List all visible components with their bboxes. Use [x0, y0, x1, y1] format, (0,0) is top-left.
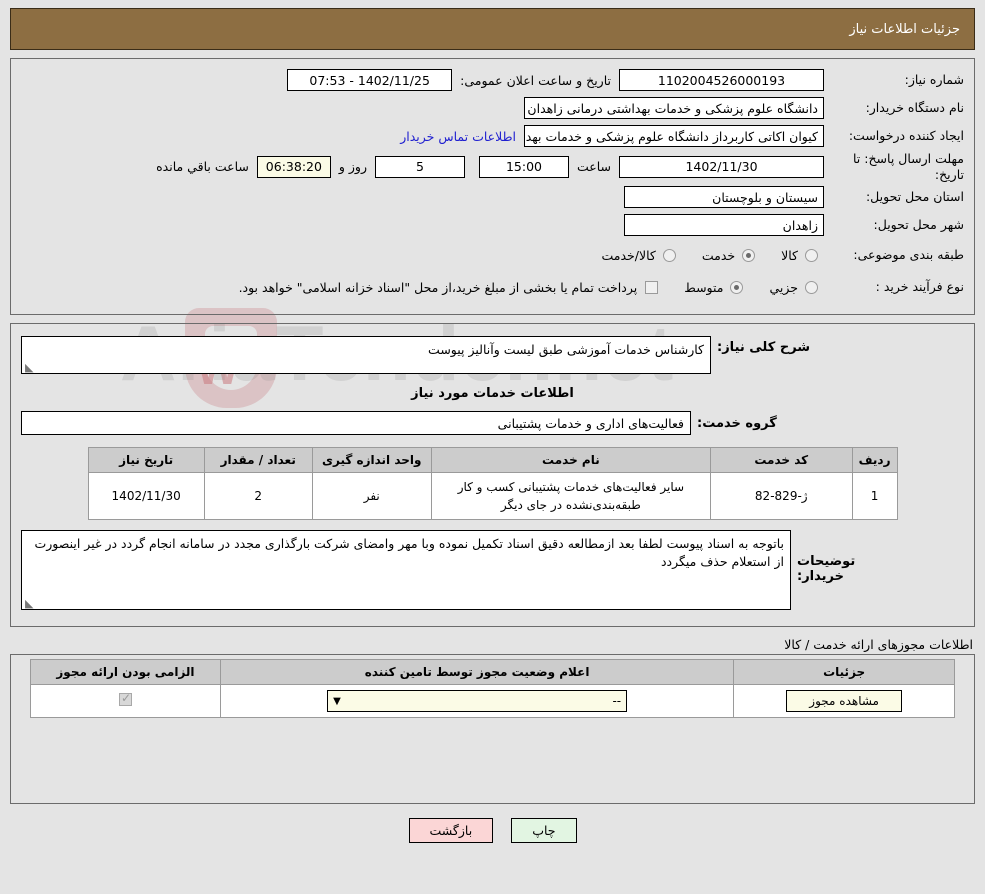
cell-service-name: سایر فعالیت‌های خدمات پشتیبانی کسب و کار…: [430, 472, 711, 521]
permits-panel: جزئیات اعلام وضعیت مجوز توسط تامین کننده…: [10, 654, 975, 805]
table-row: مشاهده مجوز ▼ --: [30, 684, 955, 719]
category-radio-khedmat[interactable]: [742, 248, 756, 262]
row-deadline: مهلت ارسال پاسخ: تا تاریخ: 1402/11/30 سا…: [21, 151, 964, 182]
service-details-panel: شرح کلی نیاز: کارشناس خدمات آموزشی طبق ل…: [10, 323, 975, 628]
process-radio-jozi[interactable]: [805, 280, 818, 294]
permits-table: جزئیات اعلام وضعیت مجوز توسط تامین کننده…: [30, 659, 955, 719]
row-service-group: گروه خدمت: فعالیت‌های اداری و خدمات پشتی…: [21, 411, 964, 436]
cell-unit: نفر: [311, 472, 432, 521]
page-title: جزئیات اطلاعات نیاز: [849, 21, 960, 37]
row-creator: ایجاد کننده درخواست: کیوان اکاتی کاربردا…: [21, 123, 964, 149]
footer-actions: چاپ بازگشت: [0, 818, 985, 844]
general-description-text: کارشناس خدمات آموزشی طبق لیست وآنالیز پی…: [428, 342, 704, 358]
print-button[interactable]: چاپ: [511, 818, 577, 844]
need-number-field[interactable]: 1102004526000193: [619, 69, 824, 91]
row-process-type: نوع فرآیند خرید : جزیي متوسط پرداخت تمام…: [21, 272, 964, 302]
cell-row-number: 1: [851, 472, 898, 521]
permits-table-header-row: جزئیات اعلام وضعیت مجوز توسط تامین کننده…: [30, 659, 955, 686]
permit-status-select[interactable]: ▼ --: [327, 690, 628, 713]
row-need-number: شماره نیاز: 1102004526000193 تاریخ و ساع…: [21, 67, 964, 93]
cell-need-date: 1402/11/30: [87, 472, 205, 521]
th-unit: واحد اندازه گیری: [311, 447, 432, 474]
th-permit-required: الزامی بودن ارائه مجوز: [30, 659, 221, 686]
process-radio-motevaset[interactable]: [730, 280, 744, 294]
process-label-jozi: جزیي: [769, 279, 798, 295]
treasury-bond-note: پرداخت تمام یا بخشی از مبلغ خرید،از محل …: [238, 279, 638, 295]
creator-field[interactable]: کیوان اکاتی کاربرداز دانشگاه علوم پزشکی …: [524, 125, 824, 147]
buyer-notes-text: باتوجه به اسناد پیوست لطفا بعد ازمطالعه …: [34, 536, 785, 570]
services-info-title: اطلاعات خدمات مورد نیاز: [411, 386, 574, 402]
countdown-label: ساعت باقي مانده: [156, 159, 249, 175]
th-service-code: کد خدمت: [709, 447, 853, 474]
treasury-bond-checkbox[interactable]: [645, 280, 659, 294]
deadline-time-label: ساعت: [576, 159, 611, 175]
th-quantity: تعداد / مقدار: [203, 447, 313, 474]
permits-table-wrap: جزئیات اعلام وضعیت مجوز توسط تامین کننده…: [11, 659, 974, 719]
services-table: ردیف کد خدمت نام خدمت واحد اندازه گیری ت…: [87, 447, 898, 521]
category-label-kala-khedmat: کالا/خدمت: [601, 247, 656, 263]
buyer-notes-textarea[interactable]: باتوجه به اسناد پیوست لطفا بعد ازمطالعه …: [21, 530, 791, 611]
table-row: 1 ژ-829-82 سایر فعالیت‌های خدمات پشتیبان…: [87, 472, 898, 521]
chevron-down-icon: ▼: [333, 695, 341, 707]
resize-grip-icon-notes[interactable]: ◢: [25, 597, 34, 610]
city-label: شهر محل تحویل:: [873, 217, 964, 233]
row-buyer-notes: توضیحات خریدار: باتوجه به اسناد پیوست لط…: [21, 530, 964, 611]
deadline-time-field[interactable]: 15:00: [478, 155, 569, 178]
service-group-label: گروه خدمت:: [697, 415, 777, 431]
remaining-days-field: 5: [374, 155, 465, 178]
th-need-date: تاریخ نیاز: [87, 447, 205, 474]
resize-grip-icon[interactable]: ◢: [25, 361, 34, 374]
province-field[interactable]: سیستان و بلوچستان: [624, 186, 824, 209]
row-city: شهر محل تحویل: زاهدان: [21, 212, 964, 238]
row-province: استان محل تحویل: سیستان و بلوچستان: [21, 184, 964, 210]
page-title-bar: جزئیات اطلاعات نیاز: [10, 8, 975, 50]
general-description-textarea[interactable]: کارشناس خدمات آموزشی طبق لیست وآنالیز پی…: [21, 336, 711, 375]
service-group-field[interactable]: فعالیت‌های اداری و خدمات پشتیبانی: [21, 411, 691, 436]
buyer-notes-label: توضیحات خریدار:: [797, 554, 856, 585]
category-label: طبقه بندی موضوعی:: [853, 247, 964, 263]
creator-label: ایجاد کننده درخواست:: [848, 128, 964, 144]
cell-quantity: 2: [203, 472, 313, 521]
services-table-wrap: ردیف کد خدمت نام خدمت واحد اندازه گیری ت…: [21, 447, 964, 521]
row-category: طبقه بندی موضوعی: کالا خدمت کالا/خدمت: [21, 240, 964, 270]
category-radio-group: کالا خدمت کالا/خدمت: [585, 248, 824, 263]
th-permit-details: جزئیات: [733, 659, 955, 686]
remaining-days-label: روز و: [338, 159, 367, 175]
category-radio-kala[interactable]: [805, 248, 818, 262]
permits-caption: اطلاعات مجوزهای ارائه خدمت / کالا: [784, 637, 973, 653]
general-description-label: شرح کلی نیاز:: [717, 340, 811, 356]
services-table-header-row: ردیف کد خدمت نام خدمت واحد اندازه گیری ت…: [87, 447, 898, 474]
th-row-number: ردیف: [851, 447, 898, 474]
cell-permit-details: مشاهده مجوز: [733, 684, 955, 719]
category-radio-kala-khedmat[interactable]: [662, 248, 676, 262]
row-general-description: شرح کلی نیاز: کارشناس خدمات آموزشی طبق ل…: [21, 336, 964, 375]
th-service-name: نام خدمت: [430, 447, 711, 474]
cell-permit-required: [30, 684, 221, 719]
back-button[interactable]: بازگشت: [408, 818, 494, 844]
category-label-khedmat: خدمت: [701, 247, 736, 263]
buyer-org-label: نام دستگاه خریدار:: [865, 100, 964, 116]
deadline-label: مهلت ارسال پاسخ: تا تاریخ:: [853, 151, 964, 182]
process-radio-group: جزیي متوسط پرداخت تمام یا بخشی از مبلغ خ…: [239, 280, 824, 295]
permit-required-checkbox: [118, 691, 132, 707]
need-info-panel: شماره نیاز: 1102004526000193 تاریخ و ساع…: [10, 58, 975, 316]
buyer-contact-link[interactable]: اطلاعات تماس خریدار: [392, 129, 524, 144]
city-field[interactable]: زاهدان: [624, 214, 824, 237]
public-announce-label: تاریخ و ساعت اعلان عمومی:: [460, 72, 611, 88]
process-label-motevaset: متوسط: [684, 279, 724, 295]
th-permit-status: اعلام وضعیت مجوز توسط تامین کننده: [219, 659, 735, 686]
deadline-date-field[interactable]: 1402/11/30: [619, 155, 824, 178]
countdown-timer: 06:38:20: [256, 155, 331, 178]
process-type-label: نوع فرآیند خرید :: [875, 279, 964, 295]
cell-service-code: ژ-829-82: [709, 472, 853, 521]
cell-permit-status: ▼ --: [219, 684, 735, 719]
permit-status-value: --: [612, 694, 622, 709]
need-number-label: شماره نیاز:: [904, 72, 964, 88]
category-label-kala: کالا: [781, 247, 798, 263]
province-label: استان محل تحویل:: [865, 189, 964, 205]
row-buyer-org: نام دستگاه خریدار: دانشگاه علوم پزشکی و …: [21, 95, 964, 121]
buyer-org-field[interactable]: دانشگاه علوم پزشکی و خدمات بهداشتی درمان…: [524, 97, 824, 119]
public-announce-field[interactable]: 1402/11/25 - 07:53: [287, 69, 453, 91]
view-permit-button[interactable]: مشاهده مجوز: [786, 690, 902, 713]
